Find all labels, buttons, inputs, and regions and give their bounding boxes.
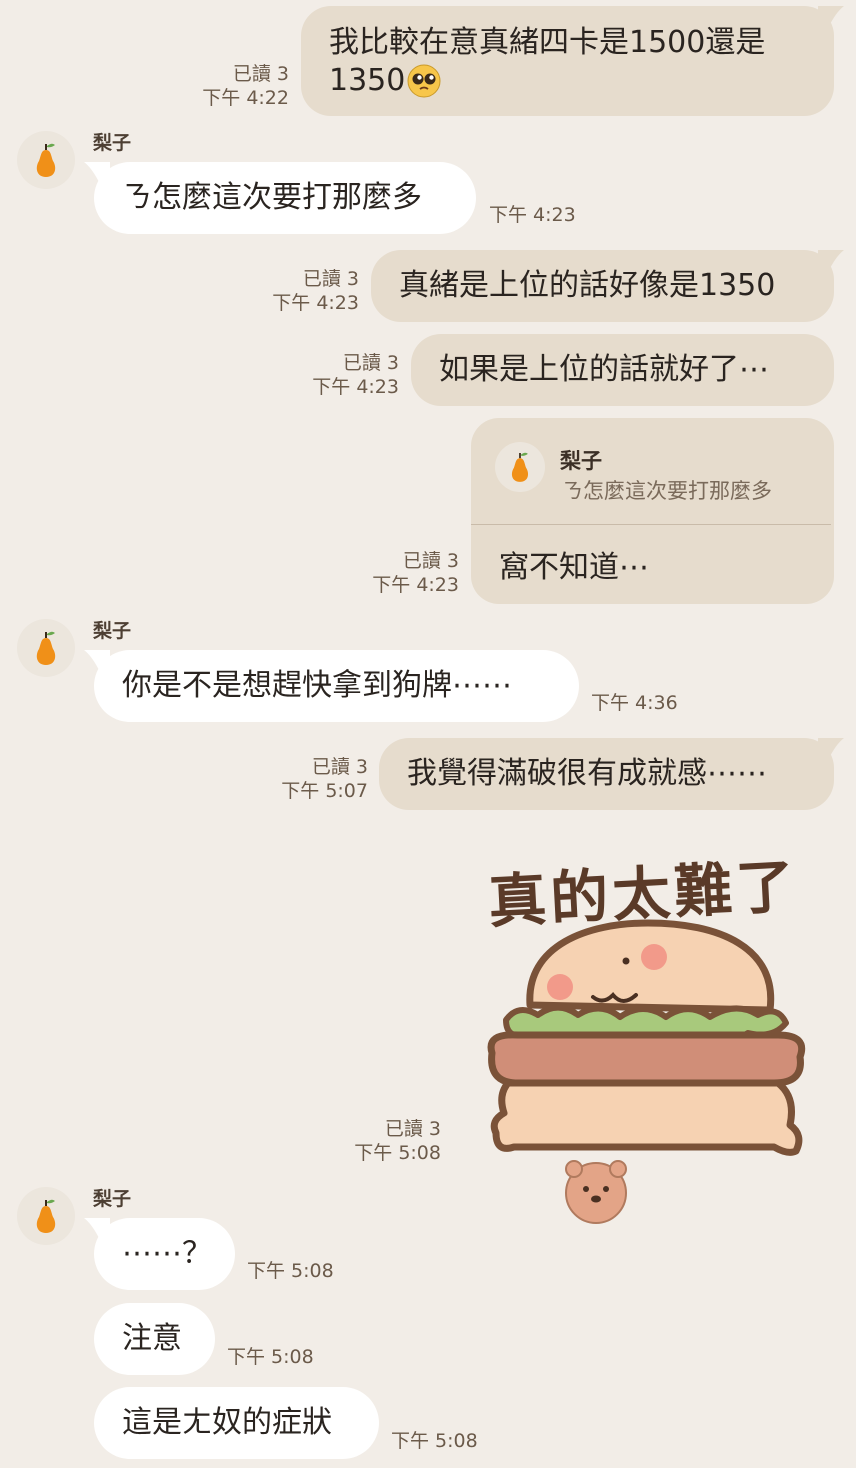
read-receipt: 已讀 3 [402,550,459,572]
quoted-message-text: ㄋ怎麼這次要打那麼多 [562,479,772,503]
pear-icon [511,452,529,482]
pear-icon [36,143,56,177]
message-meta: 已讀 3 下午 5:07 [281,755,368,803]
message-text: 如果是上位的話就好了⋯ [439,352,769,387]
quoted-sender-name: 梨子 [560,449,602,473]
message-bubble-received[interactable]: 你是不是想趕快拿到狗牌⋯⋯ [94,650,579,722]
quoted-avatar [495,442,545,492]
message-time: 下午 4:23 [312,376,399,398]
message-bubble-received[interactable]: ⋯⋯？ [94,1218,235,1290]
contact-avatar[interactable] [17,619,75,677]
contact-avatar[interactable] [17,1187,75,1245]
message-time: 下午 5:08 [354,1142,441,1164]
read-receipt: 已讀 3 [302,268,359,290]
bubble-tail [818,6,844,28]
message-meta: 已讀 3 下午 4:22 [202,62,289,110]
message-bubble-received[interactable]: ㄋ怎麼這次要打那麼多 [94,162,476,234]
read-receipt: 已讀 3 [311,756,368,778]
sender-name: 梨子 [93,620,132,642]
message-bubble-sent[interactable]: 真緒是上位的話好像是1350 [371,250,834,322]
pear-icon [36,631,56,665]
message-time: 下午 4:36 [591,692,678,714]
message-bubble-received[interactable]: 注意 [94,1303,215,1375]
message-text: 注意 [122,1321,182,1356]
message-time: 下午 5:08 [247,1260,334,1282]
message-text: ㄋ怎麼這次要打那麼多 [122,180,422,215]
message-bubble-sent[interactable]: 我覺得滿破很有成就感⋯⋯ [379,738,834,810]
message-text: ⋯⋯？ [122,1236,212,1271]
message-meta: 已讀 3 下午 4:23 [272,267,359,315]
bubble-tail [818,738,844,760]
message-bubble-received[interactable]: 這是ㄤ奴的症狀 [94,1387,379,1459]
message-time: 下午 4:23 [489,204,576,226]
message-text: 我比較在意真緒四卡是1500還是 [329,25,766,60]
message-time: 下午 4:23 [372,574,459,596]
contact-avatar[interactable] [17,131,75,189]
reply-message-card[interactable]: 梨子 ㄋ怎麼這次要打那麼多 窩不知道⋯ [471,418,834,604]
message-time: 下午 4:23 [272,292,359,314]
bubble-tail [818,250,844,272]
message-text-line2: 1350 [329,63,406,98]
message-bubble-sent[interactable]: 我比較在意真緒四卡是1500還是 1350 [301,6,834,116]
burger-character-sticker[interactable]: 真的太難了 [478,835,818,1225]
message-meta: 已讀 3 下午 4:23 [372,549,459,597]
message-text: 這是ㄤ奴的症狀 [122,1405,332,1440]
message-text: 你是不是想趕快拿到狗牌⋯⋯ [122,668,512,703]
read-receipt: 已讀 3 [232,63,289,85]
pleading-face-emoji [407,64,441,98]
pear-icon [36,1199,56,1233]
message-time: 下午 5:08 [391,1430,478,1452]
sender-name: 梨子 [93,132,132,154]
message-text: 窩不知道⋯ [499,550,649,585]
message-bubble-sent[interactable]: 如果是上位的話就好了⋯ [411,334,834,406]
message-time: 下午 4:22 [202,87,289,109]
message-meta: 已讀 3 下午 5:08 [354,1117,441,1165]
reply-divider [471,524,831,525]
read-receipt: 已讀 3 [342,352,399,374]
read-receipt: 已讀 3 [384,1118,441,1140]
message-time: 下午 5:08 [227,1346,314,1368]
message-time: 下午 5:07 [281,780,368,802]
message-text: 我覺得滿破很有成就感⋯⋯ [407,756,767,791]
sender-name: 梨子 [93,1188,132,1210]
message-meta: 已讀 3 下午 4:23 [312,351,399,399]
message-text: 真緒是上位的話好像是1350 [399,268,776,303]
